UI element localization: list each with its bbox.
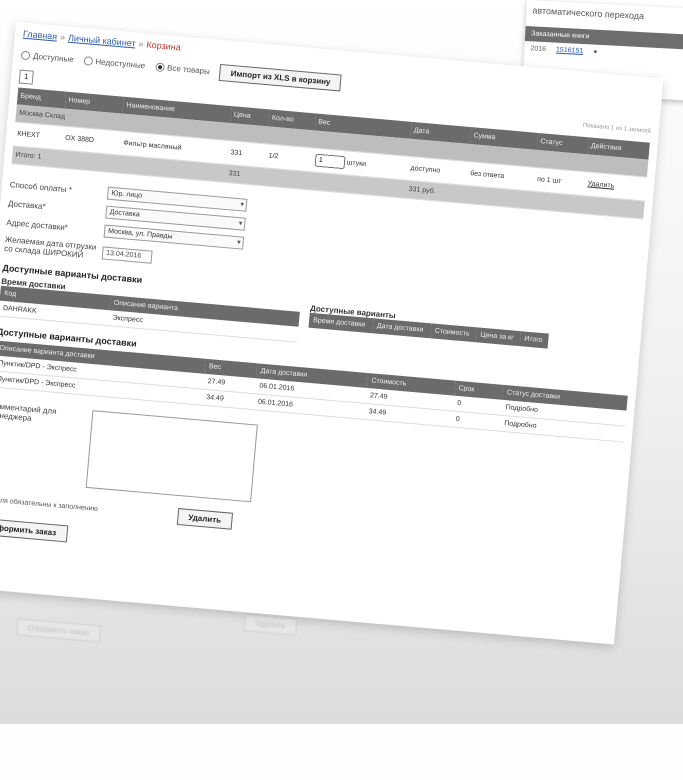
filter-unavailable-label: Недоступные <box>95 57 146 71</box>
breadcrumb-current: Корзина <box>146 39 182 53</box>
breadcrumb-separator: » <box>59 31 66 43</box>
chevron-down-icon: ▾ <box>240 201 245 209</box>
secondary-status-icon: ● <box>593 48 598 56</box>
quantity-input[interactable] <box>314 153 346 170</box>
delivery-label: Доставка* <box>7 199 46 212</box>
option-weight: 34.49 <box>201 389 255 410</box>
chevron-down-icon: ▾ <box>236 239 241 247</box>
delivery-value: Доставка <box>109 208 141 219</box>
secondary-link[interactable]: 1516151 <box>556 47 584 55</box>
pager-page[interactable]: 1 <box>18 69 34 85</box>
filter-available-radio[interactable]: Доступные <box>20 50 75 65</box>
payment-value: Юр. лицо <box>111 189 143 200</box>
place-order-button[interactable]: Оформить заказ <box>0 517 68 543</box>
col-header: Итого <box>519 331 549 349</box>
date-input[interactable]: 13.04.2016 <box>101 245 153 264</box>
filter-all-radio[interactable]: Все товары <box>154 62 211 77</box>
breadcrumb-home[interactable]: Главная <box>23 29 58 42</box>
radio-icon <box>154 62 165 73</box>
option-term: 0 <box>451 411 501 432</box>
cell-price: 331 <box>226 140 267 168</box>
filter-all-label: Все товары <box>166 63 211 77</box>
cart-page: Главная» Личный кабинет» Корзина Доступные… <box>0 22 664 645</box>
comment-label: Комментарий для менеджера <box>0 401 57 423</box>
breadcrumb-separator: » <box>138 38 145 50</box>
delete-button[interactable]: Удалить <box>176 507 233 530</box>
comment-textarea[interactable] <box>85 410 258 503</box>
col-header: Стоимость <box>430 323 478 343</box>
secondary-window-title: автоматического перехода <box>532 5 645 22</box>
required-note: * - Поля обязательны к заполнению <box>0 496 99 513</box>
filter-available-label: Доступные <box>32 51 75 65</box>
address-value: Москва, ул. Правды <box>107 227 173 241</box>
unit-label: штуки <box>346 159 367 169</box>
import-xls-button[interactable]: Импорт из XLS в корзину <box>219 63 343 92</box>
reflection-delete-button: Удалить <box>243 614 298 636</box>
col-header: Цена за кг <box>475 327 521 347</box>
screenshot-scene: автоматического перехода Заказанные книг… <box>0 0 683 724</box>
radio-icon <box>83 56 93 66</box>
secondary-cell: 2016 <box>530 45 547 54</box>
payment-label: Способ оплаты * <box>9 180 73 195</box>
breadcrumb-section[interactable]: Личный кабинет <box>68 33 136 49</box>
filter-unavailable-radio[interactable]: Недоступные <box>83 56 146 71</box>
chevron-down-icon: ▾ <box>238 220 243 228</box>
address-label: Адрес доставки* <box>6 217 69 233</box>
reflection-order-button: Оформить заказ <box>16 618 101 643</box>
pager-note: Показано 1 из 1 записей <box>582 122 652 135</box>
date-label: Желаемая дата отгрузки со склада ШИРОКИЙ <box>3 234 97 260</box>
radio-icon <box>20 50 31 61</box>
